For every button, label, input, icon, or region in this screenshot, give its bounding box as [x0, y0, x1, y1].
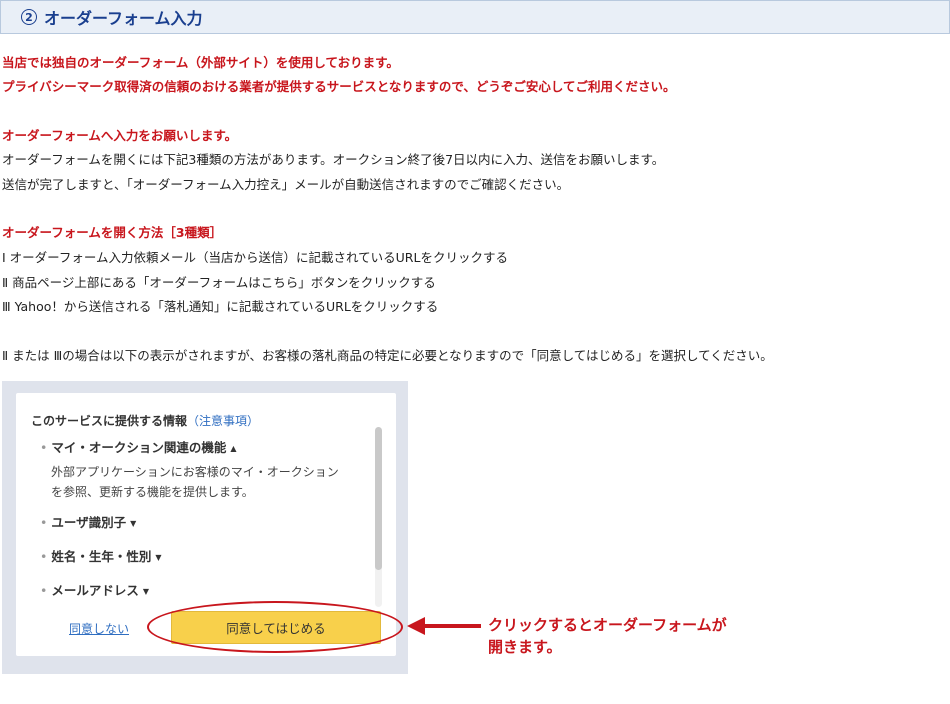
method-item-3: Ⅲ Yahoo！から送信される「落札通知」に記載されているURLをクリックする	[2, 299, 439, 314]
description-line-2: を参照、更新する機能を提供します。	[51, 485, 254, 499]
method-item-2: Ⅱ 商品ページ上部にある「オーダーフォームはこちら」ボタンをクリックする	[2, 275, 436, 290]
caret-down-icon: ▼	[155, 553, 162, 562]
notice-link[interactable]: （注意事項）	[187, 414, 259, 428]
callout-line-2: 開きます。	[488, 638, 562, 656]
scrollbar-thumb[interactable]	[375, 427, 382, 570]
section-header: 2 オーダーフォーム入力	[0, 0, 950, 34]
callout-text: クリックするとオーダーフォームが 開きます。	[488, 614, 727, 658]
info-item-label: メールアドレス	[51, 583, 139, 598]
scrollbar[interactable]	[375, 427, 382, 607]
info-item-name-birth-gender[interactable]: • 姓名・生年・性別 ▼	[40, 546, 162, 565]
info-item-user-id[interactable]: • ユーザ識別子 ▼	[40, 512, 136, 531]
info-item-my-auction[interactable]: • マイ・オークション関連の機能 ▲	[40, 437, 237, 456]
description-line-1: 外部アプリケーションにお客様のマイ・オークション	[51, 465, 339, 479]
bullet-icon: •	[40, 583, 48, 598]
intro-line-2: プライバシーマーク取得済の信頼のおける業者が提供するサービスとなりますので、どう…	[2, 79, 676, 94]
info-title-text: このサービスに提供する情報	[31, 414, 188, 428]
section2-heading: オーダーフォームを開く方法［3種類］	[2, 225, 223, 240]
caret-up-icon: ▲	[230, 444, 237, 453]
caret-down-icon: ▼	[142, 587, 150, 596]
selection-note: Ⅱ または Ⅲの場合は以下の表示がされますが、お客様の落札商品の特定に必要となり…	[2, 348, 773, 363]
info-item-label: 姓名・生年・性別	[51, 549, 152, 564]
intro-line-1: 当店では独自のオーダーフォーム（外部サイト）を使用しております。	[2, 55, 399, 70]
step-number-badge: 2	[21, 9, 37, 25]
callout-line-1: クリックするとオーダーフォームが	[488, 616, 727, 634]
info-item-label: ユーザ識別子	[51, 515, 127, 530]
decline-link[interactable]: 同意しない	[69, 620, 129, 637]
info-item-description: 外部アプリケーションにお客様のマイ・オークション を参照、更新する機能を提供しま…	[51, 462, 339, 502]
method-item-1: Ⅰ オーダーフォーム入力依頼メール（当店から送信）に記載されているURLをクリッ…	[2, 250, 508, 265]
section1-line-2: 送信が完了しますと、「オーダーフォーム入力控え」メールが自動送信されますのでご確…	[2, 177, 570, 192]
bullet-icon: •	[40, 549, 48, 564]
highlight-ellipse	[147, 601, 403, 653]
section1-line-1: オーダーフォームを開くには下記3種類の方法があります。オークション終了後7日以内…	[2, 152, 665, 167]
info-title: このサービスに提供する情報（注意事項）	[31, 412, 259, 429]
arrow-left-icon	[407, 617, 481, 635]
bullet-icon: •	[40, 515, 48, 530]
info-item-label: マイ・オークション関連の機能	[51, 440, 227, 455]
bullet-icon: •	[40, 440, 48, 455]
section-title: オーダーフォーム入力	[44, 9, 203, 28]
section1-heading: オーダーフォームへ入力をお願いします。	[2, 128, 238, 143]
caret-down-icon: ▼	[130, 519, 137, 528]
info-item-email[interactable]: • メールアドレス ▼	[40, 580, 149, 599]
